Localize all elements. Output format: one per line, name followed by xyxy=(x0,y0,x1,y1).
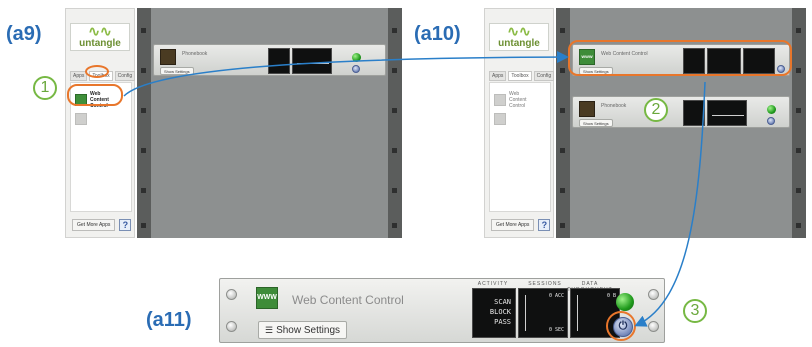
flow-arrows xyxy=(123,51,706,327)
arrow-install-to-rack xyxy=(123,51,569,97)
arrow-module-to-power xyxy=(634,81,706,327)
